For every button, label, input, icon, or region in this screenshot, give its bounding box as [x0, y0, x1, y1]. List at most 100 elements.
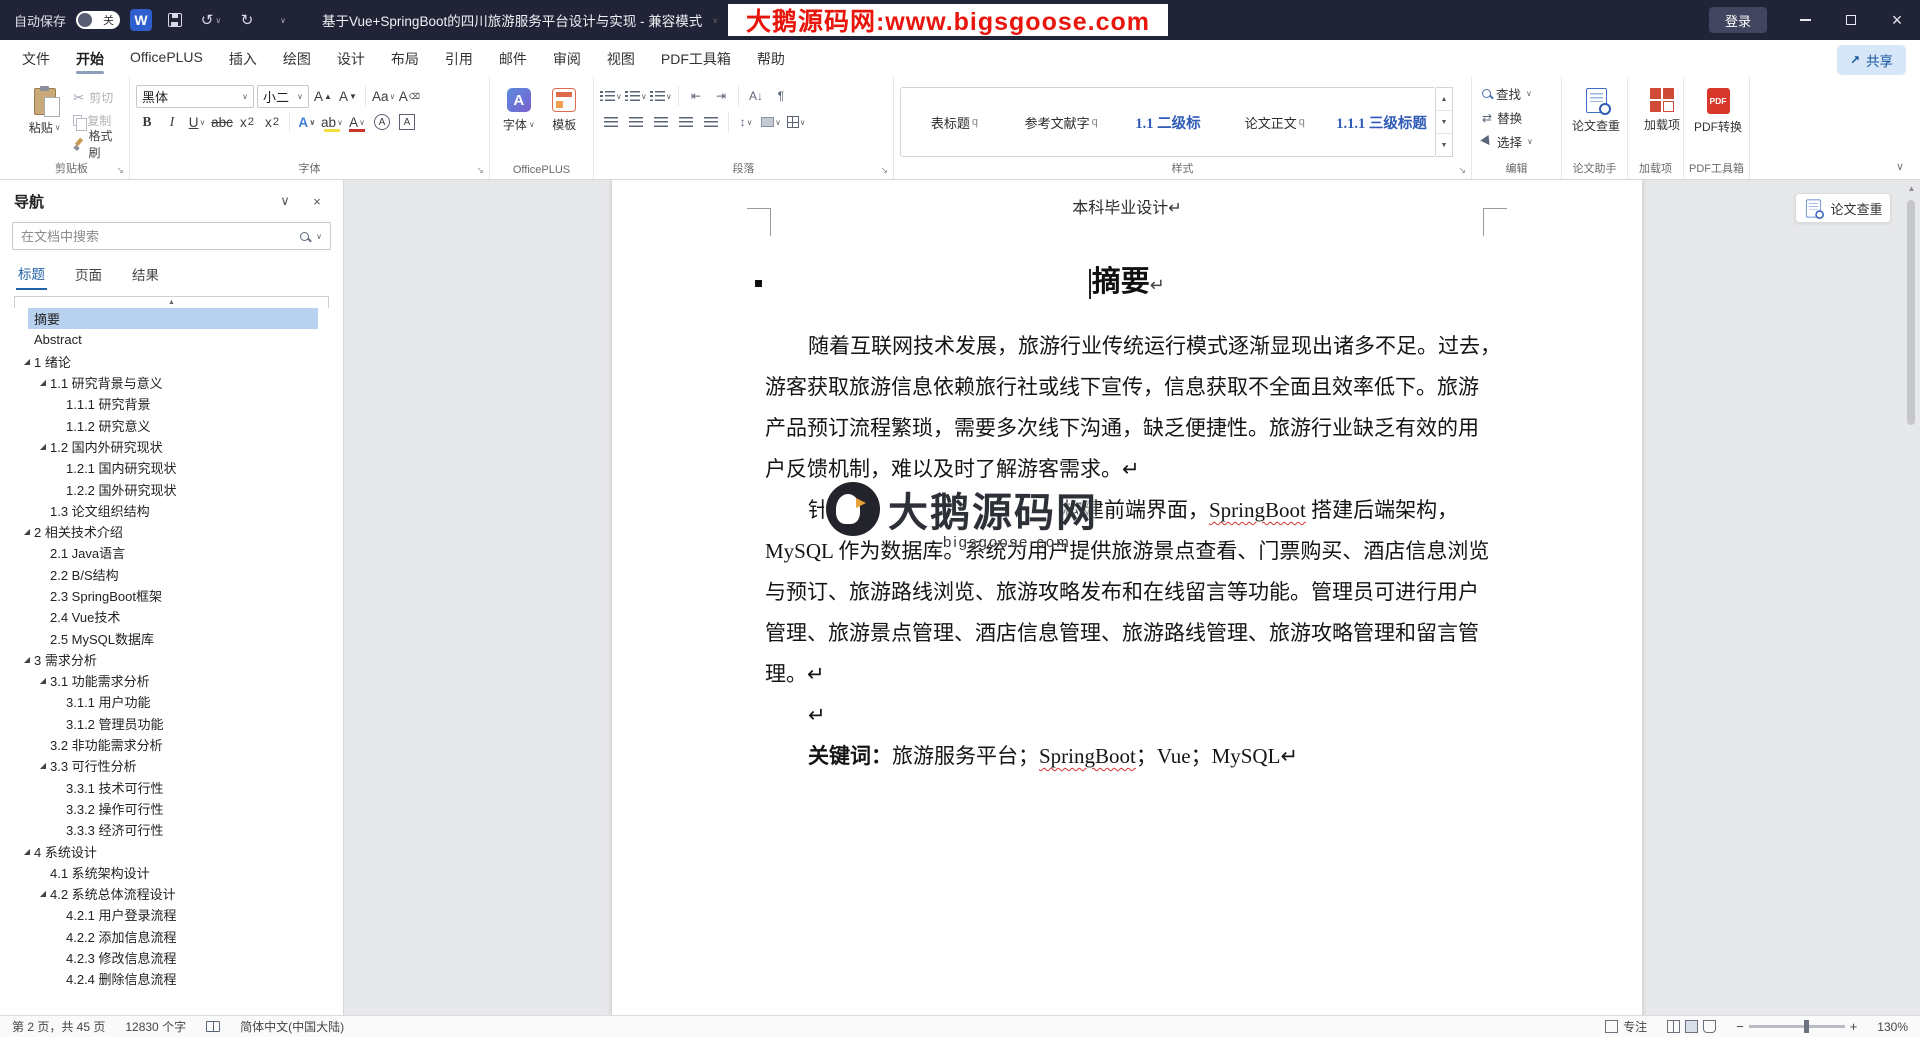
login-button[interactable]: 登录	[1708, 7, 1767, 33]
style-gallery-more-button[interactable]: ▼	[1436, 134, 1452, 156]
bold-button[interactable]: B	[136, 111, 158, 133]
maximize-button[interactable]	[1828, 0, 1874, 40]
style-gallery-item[interactable]: 表标题 q	[901, 88, 1008, 156]
navigation-close-button[interactable]: ×	[305, 189, 329, 213]
justify-button[interactable]	[675, 111, 697, 133]
menu-tab-邮件[interactable]: 邮件	[487, 42, 539, 76]
doc-line[interactable]: 随着互联网技术发展，旅游行业传统运行模式逐渐显现出诸多不足。过去，	[765, 326, 1501, 367]
nav-heading-item[interactable]: ◢ 2 相关技术介绍	[0, 521, 343, 542]
zoom-in-button[interactable]: +	[1850, 1019, 1858, 1034]
nav-heading-item[interactable]: 3.1.2 管理员功能	[0, 713, 343, 734]
nav-heading-item[interactable]: 2.5 MySQL数据库	[0, 627, 343, 648]
style-scroll-down-button[interactable]: ▼	[1436, 111, 1452, 134]
menu-tab-开始[interactable]: 开始	[64, 42, 116, 76]
zoom-percentage[interactable]: 130%	[1877, 1020, 1908, 1034]
nav-heading-item[interactable]: 4.2.2 添加信息流程	[0, 926, 343, 947]
scrollbar-thumb[interactable]	[1907, 200, 1915, 425]
collapse-ribbon-button[interactable]: ∨	[1896, 160, 1904, 173]
save-button[interactable]	[162, 7, 188, 33]
pdf-convert-button[interactable]: PDF PDF转换	[1690, 83, 1746, 135]
style-gallery-item[interactable]: 参考文献字 q	[1008, 88, 1115, 156]
expand-triangle-icon[interactable]: ◢	[20, 527, 34, 536]
chevron-down-icon[interactable]: ∨	[316, 232, 322, 241]
nav-tab-页面[interactable]: 页面	[73, 259, 104, 289]
doc-line[interactable]: 产品预订流程繁琐，需要多次线下沟通，缺乏便捷性。旅游行业缺乏有效的用	[765, 408, 1488, 449]
italic-button[interactable]: I	[161, 111, 183, 133]
shrink-font-button[interactable]: A ▼	[337, 85, 359, 107]
zoom-slider[interactable]	[1748, 1020, 1845, 1033]
line-spacing-button[interactable]: ↕ ∨	[735, 111, 757, 133]
search-icon[interactable]	[300, 231, 310, 241]
nav-heading-item[interactable]: ◢ 3 需求分析	[0, 649, 343, 670]
search-input[interactable]	[21, 228, 294, 244]
nav-heading-item[interactable]: 1.2.2 国外研究现状	[0, 478, 343, 499]
nav-heading-item[interactable]: 3.3.2 操作可行性	[0, 798, 343, 819]
nav-heading-item[interactable]: 1.2.1 国内研究现状	[0, 457, 343, 478]
nav-heading-item[interactable]: 3.3.3 经济可行性	[0, 819, 343, 840]
doc-line[interactable]: 与预订、旅游路线浏览、旅游攻略发布和在线留言等功能。管理员可进行用户	[765, 572, 1488, 613]
find-button[interactable]: 查找 ∨	[1478, 82, 1555, 105]
align-right-button[interactable]	[650, 111, 672, 133]
share-button[interactable]: ↗ 共享	[1836, 45, 1906, 75]
language-status[interactable]: 简体中文(中国大陆)	[240, 1018, 344, 1035]
document-title-area[interactable]: 基于Vue+SpringBoot的四川旅游服务平台设计与实现 - 兼容模式 ∨	[322, 10, 739, 30]
font-name-select[interactable]: 黑体 ∨	[136, 84, 254, 108]
nav-heading-item[interactable]: ◢ 1.2 国内外研究现状	[0, 436, 343, 457]
style-gallery-item[interactable]: 1.1 二级标	[1115, 88, 1222, 156]
bullet-list-button[interactable]: ∨	[600, 85, 622, 107]
font-dialog-launcher[interactable]: ↘	[476, 165, 484, 176]
align-center-button[interactable]	[625, 111, 647, 133]
expand-triangle-icon[interactable]: ◢	[36, 442, 50, 451]
clear-formatting-button[interactable]: A ⌫	[398, 85, 420, 107]
nav-heading-item[interactable]: Abstract	[0, 329, 343, 350]
focus-mode-button[interactable]: 专注	[1605, 1018, 1647, 1035]
distribute-button[interactable]	[700, 111, 722, 133]
numbered-list-button[interactable]: ∨	[625, 85, 647, 107]
vertical-scrollbar[interactable]: ▲	[1905, 184, 1918, 1007]
menu-tab-文件[interactable]: 文件	[10, 42, 62, 76]
subscript-button[interactable]: x2	[236, 111, 258, 133]
nav-heading-item[interactable]: ◢ 4.2 系统总体流程设计	[0, 883, 343, 904]
cut-button[interactable]: ✂ 剪切	[69, 87, 123, 108]
paragraph-dialog-launcher[interactable]: ↘	[880, 165, 888, 176]
minimize-button[interactable]	[1782, 0, 1828, 40]
read-mode-button[interactable]	[1667, 1020, 1681, 1033]
nav-tab-标题[interactable]: 标题	[16, 258, 47, 290]
style-scroll-up-button[interactable]: ▲	[1436, 88, 1452, 111]
nav-heading-item[interactable]: ◢ 1 绪论	[0, 351, 343, 372]
zoom-slider-thumb[interactable]	[1804, 1020, 1810, 1033]
decrease-indent-button[interactable]: ⇤	[685, 85, 707, 107]
menu-tab-视图[interactable]: 视图	[595, 42, 647, 76]
nav-heading-item[interactable]: 摘要	[0, 308, 343, 330]
nav-heading-item[interactable]: ◢ 3.1 功能需求分析	[0, 670, 343, 691]
shading-button[interactable]: ∨	[760, 111, 782, 133]
web-layout-button[interactable]	[1703, 1020, 1717, 1033]
doc-line[interactable]: ↵	[765, 695, 1488, 736]
close-button[interactable]: ×	[1874, 0, 1920, 40]
style-gallery-item[interactable]: 1.1.1 三级标题	[1328, 88, 1435, 156]
menu-tab-引用[interactable]: 引用	[433, 42, 485, 76]
menu-tab-绘图[interactable]: 绘图	[271, 42, 323, 76]
nav-heading-item[interactable]: 3.1.1 用户功能	[0, 691, 343, 712]
scroll-up-icon[interactable]: ▲	[1905, 184, 1918, 193]
doc-line[interactable]: 游客获取旅游信息依赖旅行社或线下宣传，信息获取不全面且效率低下。旅游	[765, 367, 1488, 408]
borders-button[interactable]: ∨	[785, 111, 807, 133]
nav-heading-item[interactable]: 4.2.4 删除信息流程	[0, 968, 343, 989]
expand-triangle-icon[interactable]: ◢	[20, 357, 34, 366]
doc-line[interactable]: 管理、旅游景点管理、酒店信息管理、旅游路线管理、旅游攻略管理和留言管	[765, 613, 1488, 654]
document-page[interactable]: 本科毕业设计↵ 摘要↵ 随着互联网技术发展，旅游行业传统运行模式逐渐显现出诸多不…	[612, 180, 1642, 1015]
menu-tab-审阅[interactable]: 审阅	[541, 42, 593, 76]
nav-heading-item[interactable]: ◢ 3.3 可行性分析	[0, 755, 343, 776]
keywords-line[interactable]: 关键词：旅游服务平台；SpringBoot；Vue；MySQL↵	[765, 736, 1488, 777]
nav-heading-item[interactable]: 3.2 非功能需求分析	[0, 734, 343, 755]
nav-heading-item[interactable]: 1.1.1 研究背景	[0, 393, 343, 414]
nav-heading-item[interactable]: 4.1 系统架构设计	[0, 862, 343, 883]
replace-button[interactable]: ⇄ 替换	[1478, 106, 1555, 129]
change-case-button[interactable]: Aa ∨	[372, 85, 395, 107]
nav-heading-item[interactable]: 2.4 Vue技术	[0, 606, 343, 627]
underline-button[interactable]: U ∨	[186, 111, 208, 133]
paper-check-floating-button[interactable]: 论文查重	[1795, 193, 1891, 223]
menu-tab-帮助[interactable]: 帮助	[745, 42, 797, 76]
expand-triangle-icon[interactable]: ◢	[20, 847, 34, 856]
expand-triangle-icon[interactable]: ◢	[36, 676, 50, 685]
